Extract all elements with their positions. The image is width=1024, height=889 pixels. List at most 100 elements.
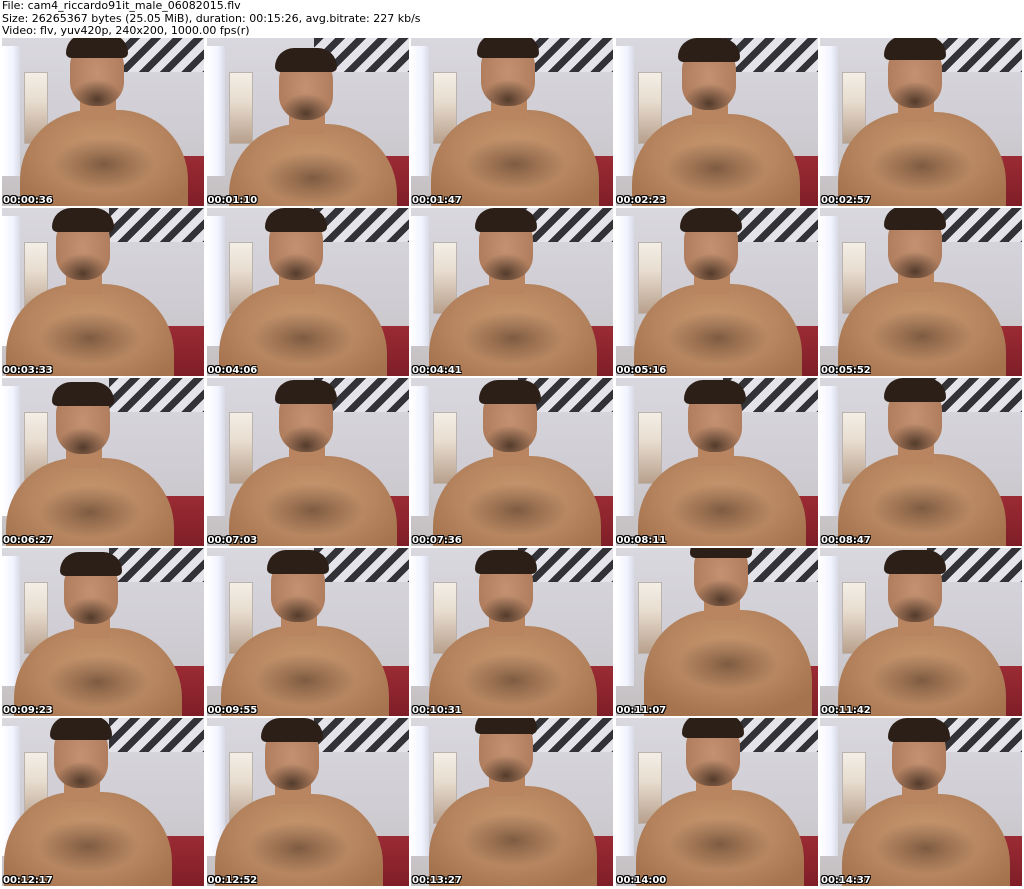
- video-thumbnail: 00:11:07: [615, 548, 818, 716]
- thumbnail-timestamp: 00:05:52: [821, 365, 871, 376]
- video-thumbnail: 00:02:57: [820, 38, 1022, 206]
- window-light: [2, 46, 20, 176]
- video-thumbnail: 00:08:47: [820, 378, 1022, 546]
- wall-poster: [228, 72, 253, 144]
- wall-rack: [109, 208, 204, 242]
- video-thumbnail: 00:05:52: [820, 208, 1022, 376]
- window-light: [820, 386, 838, 516]
- window-light: [615, 216, 634, 346]
- video-thumbnail: 00:12:17: [2, 718, 204, 886]
- video-thumbnail: 00:06:27: [2, 378, 204, 546]
- window-light: [411, 386, 429, 516]
- video-thumbnail: 00:11:42: [820, 548, 1022, 716]
- window-light: [820, 726, 838, 856]
- thumbnail-timestamp: 00:08:11: [616, 535, 667, 546]
- wall-rack: [109, 378, 204, 412]
- file-info-header: File: cam4_riccardo91it_male_06082015.fl…: [2, 0, 1022, 38]
- video-thumbnail: 00:14:37: [820, 718, 1022, 886]
- person-hair: [888, 718, 950, 742]
- video-thumbnail: 00:07:03: [206, 378, 409, 546]
- thumbnail-timestamp: 00:11:42: [821, 705, 871, 716]
- window-light: [206, 46, 225, 176]
- window-light: [206, 216, 225, 346]
- video-thumbnail: 00:04:06: [206, 208, 409, 376]
- person-hair: [884, 208, 946, 230]
- person-torso: [643, 610, 812, 716]
- thumbnail-timestamp: 00:14:00: [616, 875, 667, 886]
- video-thumbnail: 00:08:11: [615, 378, 818, 546]
- thumbnail-timestamp: 00:01:10: [207, 195, 258, 206]
- thumbnail-timestamp: 00:13:27: [412, 875, 462, 886]
- thumbnail-timestamp: 00:02:23: [616, 195, 667, 206]
- thumbnail-timestamp: 00:07:03: [207, 535, 258, 546]
- video-thumbnail: 00:00:36: [2, 38, 204, 206]
- thumbnail-timestamp: 00:11:07: [616, 705, 667, 716]
- thumbnail-timestamp: 00:05:16: [616, 365, 667, 376]
- person-hair: [884, 550, 946, 574]
- person-hair: [475, 718, 537, 734]
- video-thumbnail: 00:10:31: [411, 548, 613, 716]
- video-thumbnail: 00:13:27: [411, 718, 613, 886]
- video-thumbnail: 00:01:10: [206, 38, 409, 206]
- person-hair: [477, 38, 539, 58]
- person-hair: [689, 548, 752, 558]
- video-thumbnail: 00:02:23: [615, 38, 818, 206]
- person-hair: [884, 378, 946, 402]
- window-light: [206, 386, 225, 516]
- video-thumbnail: 00:05:16: [615, 208, 818, 376]
- person-hair: [266, 550, 329, 574]
- thumbnail-timestamp: 00:00:36: [3, 195, 53, 206]
- person-hair: [884, 38, 946, 60]
- wall-rack: [109, 548, 204, 582]
- person-hair: [475, 550, 537, 574]
- window-light: [820, 556, 838, 686]
- window-light: [615, 386, 634, 516]
- window-light: [615, 726, 634, 856]
- video-thumbnail: 00:03:33: [2, 208, 204, 376]
- wall-poster: [637, 412, 662, 484]
- window-light: [615, 556, 634, 686]
- video-thumbnail: 00:07:36: [411, 378, 613, 546]
- person-hair: [260, 718, 323, 742]
- person-hair: [52, 382, 114, 406]
- thumbnail-timestamp: 00:03:33: [3, 365, 53, 376]
- person-hair: [475, 208, 537, 232]
- thumbnail-timestamp: 00:07:36: [412, 535, 462, 546]
- thumbnail-timestamp: 00:06:27: [3, 535, 53, 546]
- video-info-line: Video: flv, yuv420p, 240x200, 1000.00 fp…: [2, 24, 250, 37]
- thumbnail-timestamp: 00:10:31: [412, 705, 462, 716]
- thumbnail-timestamp: 00:04:06: [207, 365, 258, 376]
- window-light: [411, 216, 429, 346]
- person-hair: [50, 718, 112, 740]
- window-light: [2, 556, 20, 686]
- window-light: [615, 46, 634, 176]
- video-thumbnail: 00:04:41: [411, 208, 613, 376]
- person-hair: [681, 718, 744, 738]
- window-light: [411, 556, 429, 686]
- window-light: [820, 46, 838, 176]
- person-hair: [683, 380, 746, 404]
- video-thumbnail: 00:01:47: [411, 38, 613, 206]
- person-hair: [264, 208, 327, 232]
- video-thumbnail: 00:14:00: [615, 718, 818, 886]
- thumbnail-timestamp: 00:02:57: [821, 195, 871, 206]
- wall-rack: [109, 718, 204, 752]
- window-light: [206, 556, 225, 686]
- thumbnail-grid: 00:00:36 00:01:10 00:01:47 00:02:23 00:02:57…: [2, 38, 1022, 886]
- thumbnail-timestamp: 00:04:41: [412, 365, 462, 376]
- thumbnail-timestamp: 00:01:47: [412, 195, 462, 206]
- window-light: [411, 46, 429, 176]
- thumbnail-timestamp: 00:09:23: [3, 705, 53, 716]
- window-light: [411, 726, 429, 856]
- person-hair: [479, 380, 541, 404]
- person-hair: [274, 48, 337, 72]
- person-hair: [677, 38, 740, 62]
- person-hair: [679, 208, 742, 232]
- person-hair: [52, 208, 114, 232]
- person-hair: [66, 38, 128, 58]
- wall-rack: [313, 208, 409, 242]
- window-light: [820, 216, 838, 346]
- video-thumbnail: 00:12:52: [206, 718, 409, 886]
- video-thumbnail: 00:09:55: [206, 548, 409, 716]
- person-hair: [274, 380, 337, 404]
